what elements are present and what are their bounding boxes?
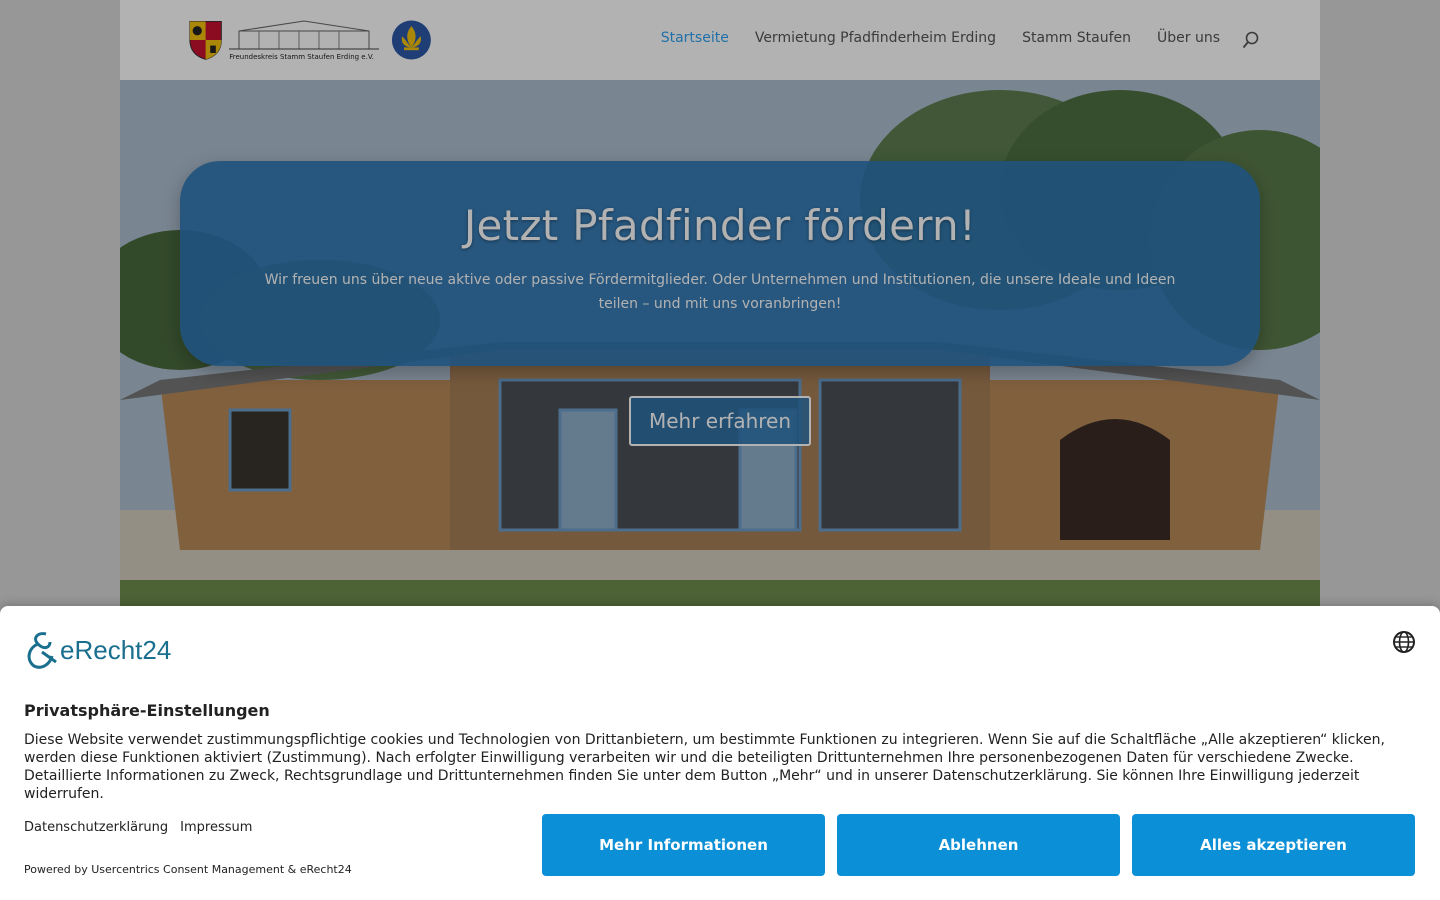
more-information-button[interactable]: Mehr Informationen bbox=[542, 814, 825, 876]
decline-button[interactable]: Ablehnen bbox=[837, 814, 1120, 876]
privacy-policy-link[interactable]: Datenschutzerklärung bbox=[24, 820, 168, 835]
consent-title: Privatsphäre-Einstellungen bbox=[24, 701, 270, 720]
accept-all-button[interactable]: Alles akzeptieren bbox=[1132, 814, 1415, 876]
erecht24-brand: eRecht24 bbox=[60, 634, 172, 665]
consent-links: Datenschutzerklärung Impressum bbox=[24, 820, 252, 835]
consent-buttons: Mehr Informationen Ablehnen Alles akzept… bbox=[542, 814, 1415, 876]
imprint-link[interactable]: Impressum bbox=[180, 820, 252, 835]
erecht24-symbol-icon bbox=[27, 632, 57, 669]
powered-by-text: Powered by Usercentrics Consent Manageme… bbox=[24, 863, 352, 876]
globe-icon[interactable] bbox=[1392, 630, 1416, 654]
consent-body: Diese Website verwendet zustimmungspflic… bbox=[24, 732, 1385, 802]
erecht24-logo: eRecht24 bbox=[24, 630, 171, 670]
cookie-consent-banner: eRecht24 Privatsphäre-Einstellungen Dies… bbox=[0, 606, 1440, 900]
